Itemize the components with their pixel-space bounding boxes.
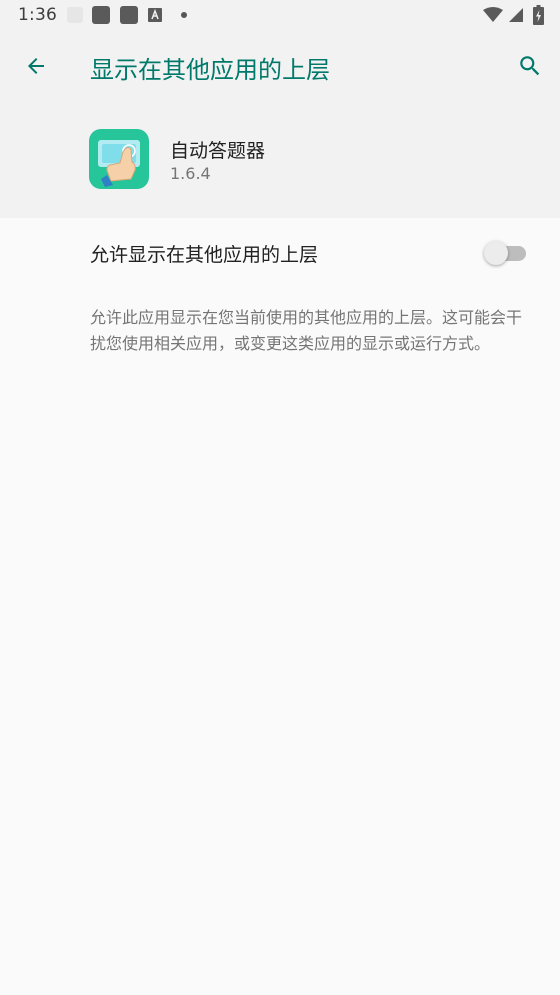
app-name: 自动答题器 — [170, 140, 266, 162]
a-notification-icon — [148, 8, 162, 22]
arrow-back-icon — [28, 58, 44, 74]
wifi-icon — [483, 7, 503, 22]
status-bar: 1:36 — [0, 0, 560, 30]
search-button[interactable] — [512, 48, 548, 84]
app-bar: 显示在其他应用的上层 — [0, 30, 560, 102]
cell-signal-icon — [509, 8, 523, 22]
battery-charging-icon — [533, 5, 544, 25]
notification-icon — [92, 6, 110, 24]
more-notifications-dot — [181, 12, 187, 18]
allow-overlay-setting-row[interactable]: 允许显示在其他应用的上层 — [0, 218, 560, 288]
allow-overlay-label: 允许显示在其他应用的上层 — [90, 244, 319, 266]
allow-overlay-toggle[interactable] — [484, 240, 528, 266]
tap-hand-app-icon — [89, 129, 149, 189]
app-version: 1.6.4 — [170, 164, 211, 183]
permission-description: 允许此应用显示在您当前使用的其他应用的上层。这可能会干扰您使用相关应用，或变更这… — [90, 308, 523, 353]
ghost-notification-icon — [67, 7, 83, 23]
notification-icon — [120, 6, 138, 24]
page-title: 显示在其他应用的上层 — [90, 56, 330, 84]
toggle-thumb — [484, 241, 508, 265]
app-header: 自动答题器 1.6.4 — [0, 102, 560, 218]
back-button[interactable] — [18, 48, 54, 84]
status-time: 1:36 — [18, 5, 57, 25]
search-icon — [520, 56, 540, 76]
